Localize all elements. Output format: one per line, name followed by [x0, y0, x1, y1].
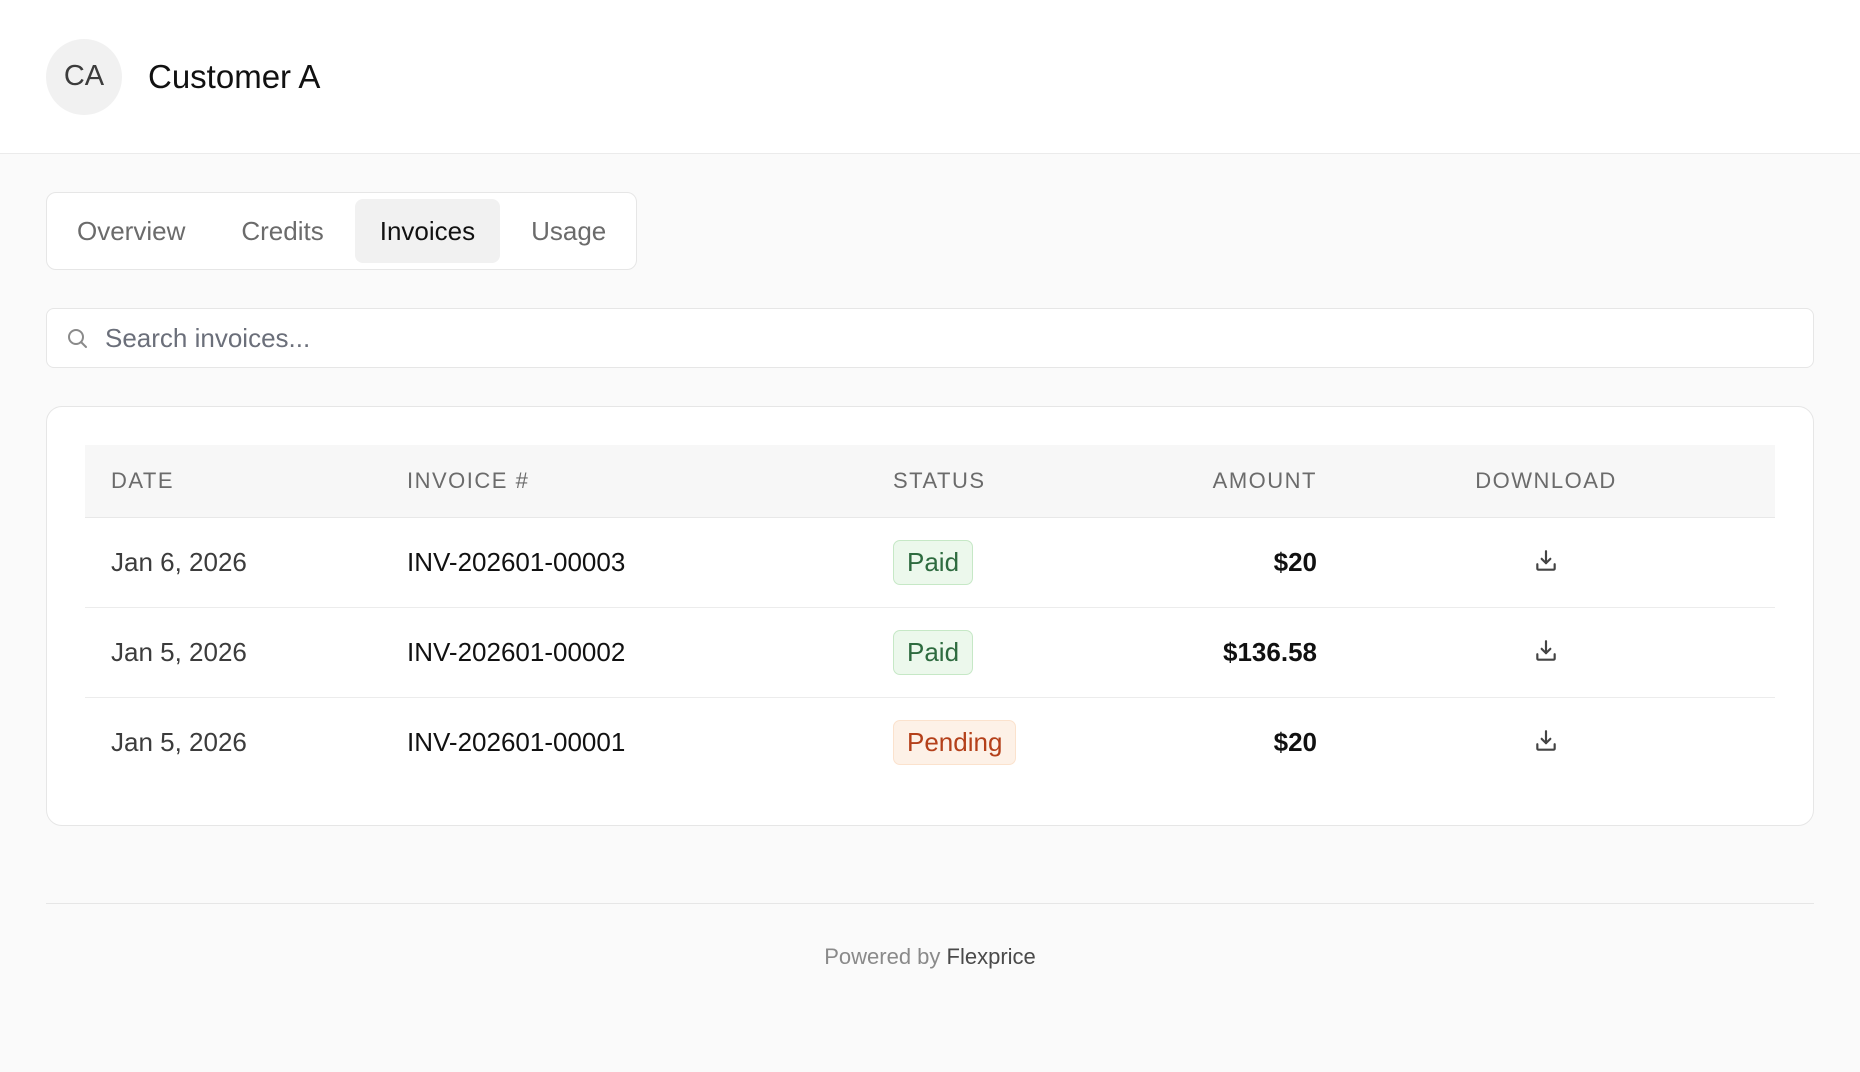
invoice-date: Jan 5, 2026 [85, 696, 407, 787]
tab-credits[interactable]: Credits [216, 199, 348, 263]
tab-invoices[interactable]: Invoices [354, 199, 501, 263]
main-content: Overview Credits Invoices Usage DATE INV… [0, 154, 1860, 826]
invoice-number: INV-202601-00001 [407, 696, 893, 787]
download-icon [1536, 640, 1556, 661]
footer-divider [46, 903, 1814, 904]
footer-prefix: Powered by [824, 944, 941, 969]
invoice-number: INV-202601-00002 [407, 606, 893, 697]
invoice-amount: $20 [1273, 546, 1317, 577]
column-header-amount: AMOUNT [1193, 445, 1317, 518]
tab-overview[interactable]: Overview [52, 199, 210, 263]
download-icon [1536, 730, 1556, 751]
column-header-download: DOWNLOAD [1317, 445, 1775, 518]
customer-name: Customer A [148, 57, 321, 95]
invoices-table: DATE INVOICE # STATUS AMOUNT DOWNLOAD Ja… [85, 445, 1775, 787]
footer-brand-link[interactable]: Flexprice [947, 944, 1036, 969]
column-header-invoice: INVOICE # [407, 445, 893, 518]
table-row: Jan 6, 2026 INV-202601-00003 Paid $20 [85, 517, 1775, 607]
tab-bar: Overview Credits Invoices Usage [46, 192, 638, 270]
invoice-amount: $136.58 [1193, 606, 1317, 697]
status-badge: Pending [893, 719, 1017, 765]
column-header-status: STATUS [893, 445, 1193, 518]
download-button[interactable] [1528, 723, 1564, 759]
search-input[interactable] [105, 322, 1705, 354]
invoice-number: INV-202601-00003 [407, 546, 626, 577]
download-button[interactable] [1528, 633, 1564, 669]
page-header: CA Customer A [0, 0, 1860, 154]
table-row: Jan 5, 2026 INV-202601-00002 Paid $136.5… [85, 606, 1775, 697]
table-header-row: DATE INVOICE # STATUS AMOUNT DOWNLOAD [85, 445, 1775, 518]
download-button[interactable] [1528, 543, 1564, 579]
status-badge: Paid [893, 539, 974, 585]
invoice-amount: $20 [1193, 696, 1317, 787]
search-bar [46, 308, 1814, 368]
tab-usage[interactable]: Usage [506, 199, 631, 263]
status-badge: Paid [893, 629, 974, 675]
invoices-card: DATE INVOICE # STATUS AMOUNT DOWNLOAD Ja… [46, 406, 1814, 826]
search-icon [68, 329, 87, 348]
download-icon [1536, 550, 1556, 571]
avatar: CA [46, 38, 122, 115]
column-header-date: DATE [85, 445, 407, 518]
table-row: Jan 5, 2026 INV-202601-00001 Pending $20 [85, 696, 1775, 787]
invoice-date: Jan 5, 2026 [85, 606, 407, 697]
footer: Powered by Flexprice [0, 944, 1860, 970]
invoice-date: Jan 6, 2026 [111, 546, 247, 577]
